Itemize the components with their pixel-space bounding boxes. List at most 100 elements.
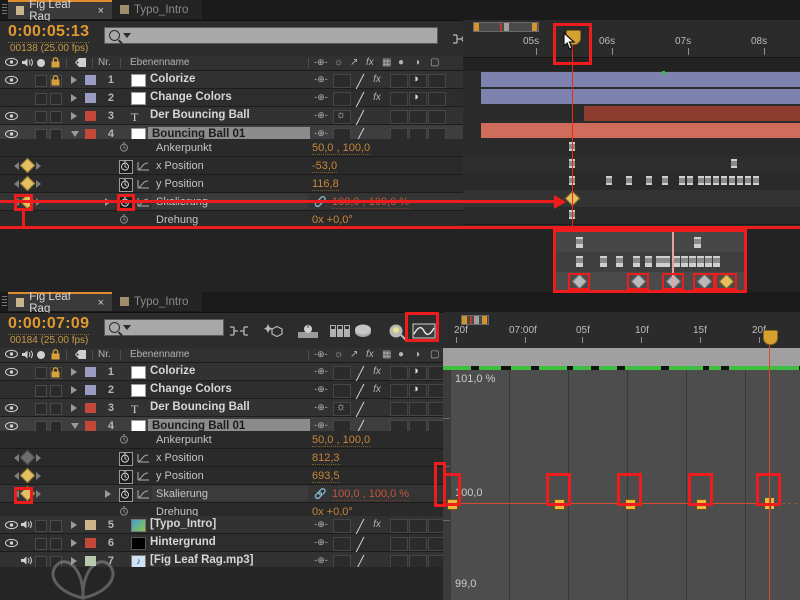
keyframe-marker[interactable] [705,256,712,267]
value-graph-icon[interactable] [137,160,150,172]
tab-fig-leaf-rag-top[interactable]: Fig Leaf Rag × [8,0,112,23]
chevron-right-icon[interactable] [71,368,77,376]
eye-icon[interactable] [5,129,18,139]
graph-ruler[interactable]: 20f 07:00f 05f 10f 15f 20f [443,312,800,348]
work-area-start-handle[interactable] [474,23,479,31]
prev-keyframe-icon[interactable] [14,161,19,170]
fx-icon[interactable]: fx [369,384,385,396]
chevron-right-icon[interactable] [71,404,77,412]
kf-row-ankerpunkt[interactable] [463,139,800,157]
keyframe-diamond[interactable] [696,273,713,290]
link-icon[interactable]: 🔗 [314,197,326,208]
keyframe-toggle-icon[interactable] [19,157,36,174]
stopwatch-icon[interactable] [119,178,133,192]
frame-blend-switch[interactable] [390,74,408,88]
label-color-swatch[interactable] [85,111,96,121]
chevron-down-icon[interactable] [71,131,79,137]
graph-editor-canvas[interactable]: 101,0 % 100,0 99,0 [443,370,800,600]
table-row[interactable]: 1 Colorize -⊕- ╱ fx ◑ [0,363,446,381]
keyframe-marker[interactable] [694,237,701,248]
shy-icon[interactable] [296,321,318,341]
value-graph-icon[interactable] [137,452,150,464]
motion-blur-switch[interactable]: ◑ [409,383,427,398]
keyframe-marker[interactable] [697,256,704,267]
value-graph-icon[interactable] [137,178,150,190]
lock-toggle[interactable] [50,520,62,532]
eye-icon[interactable] [5,75,18,85]
frame-blend-switch[interactable] [390,384,408,398]
stopwatch-icon[interactable] [119,196,133,210]
table-row[interactable]: 2 Change Colors -⊕- ╱ fx ◑ [0,89,463,107]
lock-toggle[interactable] [50,93,62,105]
current-timecode-bottom[interactable]: 0:00:07:09 [8,315,90,335]
keyframe-marker[interactable] [729,176,735,185]
chevron-right-icon[interactable] [71,94,77,102]
property-value[interactable]: 100,0 , 100,0 % [332,196,410,209]
eye-icon[interactable] [5,111,18,121]
keyframe-marker[interactable] [721,176,727,185]
keyframe-marker[interactable] [606,176,612,185]
timeline-tracks-top[interactable] [463,71,800,139]
frame-blend-switch[interactable] [390,537,408,551]
property-name[interactable]: x Position [156,452,204,464]
motion-blur-switch[interactable]: ◑ [409,73,427,88]
keyframe-marker[interactable] [705,176,711,185]
keyframe-marker[interactable] [679,176,685,185]
keyframe-navigator[interactable] [14,193,41,210]
property-row[interactable]: Ankerpunkt 50,0 , 100,0 [0,431,443,449]
property-name[interactable]: x Position [156,160,204,172]
motion-blur-switch[interactable]: ◑ [409,91,427,106]
frame-blend-switch[interactable] [390,366,408,380]
quality-icon[interactable]: ╱ [352,384,368,399]
label-color-swatch[interactable] [85,129,96,139]
frame-blend-switch[interactable] [390,110,408,124]
label-color-swatch[interactable] [85,93,96,103]
motion-blur-icon[interactable] [262,321,283,341]
solo-toggle[interactable] [35,520,47,532]
keyframe-navigator[interactable] [14,175,41,192]
table-row[interactable]: 1 Colorize -⊕- ╱ fx ◑ [0,71,463,89]
prev-keyframe-icon[interactable] [14,489,19,498]
eye-icon[interactable] [5,520,18,530]
property-value[interactable]: 812,3 [312,452,340,465]
graph-keyframe[interactable] [696,499,707,510]
solo-toggle[interactable] [35,93,47,105]
chevron-right-icon[interactable] [71,112,77,120]
quality-icon[interactable]: ╱ [352,366,368,381]
frame-blend-switch[interactable] [390,519,408,533]
eye-icon[interactable] [5,556,17,565]
keyframe-marker[interactable] [662,176,668,185]
label-color-swatch[interactable] [85,367,96,377]
speaker-icon[interactable] [20,384,32,395]
label-color-swatch[interactable] [85,403,96,413]
label-color-swatch[interactable] [85,421,96,431]
work-area-end-handle[interactable] [532,23,537,31]
chevron-right-icon[interactable] [71,386,77,394]
quality-icon[interactable]: ╱ [352,519,368,534]
property-name[interactable]: Ankerpunkt [156,142,212,154]
playhead-line-bottom[interactable] [769,340,770,600]
layer-bar-der-bouncing-ball[interactable] [584,106,800,121]
search-input-top[interactable] [104,27,438,44]
chevron-down-icon[interactable] [71,423,79,429]
solo-toggle[interactable] [35,111,47,123]
kf-row-y-position[interactable] [463,173,800,191]
layer-name[interactable]: Hintergrund [150,536,216,548]
parent-switch-icon[interactable]: -⊕- [312,555,330,567]
keyframe-marker[interactable] [713,256,720,267]
keyframe-toggle-icon[interactable] [19,193,36,210]
work-area-end-handle[interactable] [482,316,487,324]
column-label-number[interactable]: Nr. [98,349,111,360]
property-row[interactable]: y Position 116,8 [0,175,463,193]
keyframe-area-top[interactable] [463,139,800,227]
layer-name[interactable]: Colorize [150,365,195,377]
parent-switch-icon[interactable]: -⊕- [312,402,330,414]
label-color-swatch[interactable] [85,520,96,530]
fx-icon[interactable]: fx [369,92,385,104]
layer-name[interactable]: Change Colors [150,91,232,103]
kf-row-x-position[interactable] [463,156,800,174]
keyframe-marker[interactable] [616,256,623,267]
value-graph-icon[interactable] [137,196,150,208]
property-value[interactable]: 693,5 [312,470,340,483]
next-keyframe-icon[interactable] [36,471,41,480]
